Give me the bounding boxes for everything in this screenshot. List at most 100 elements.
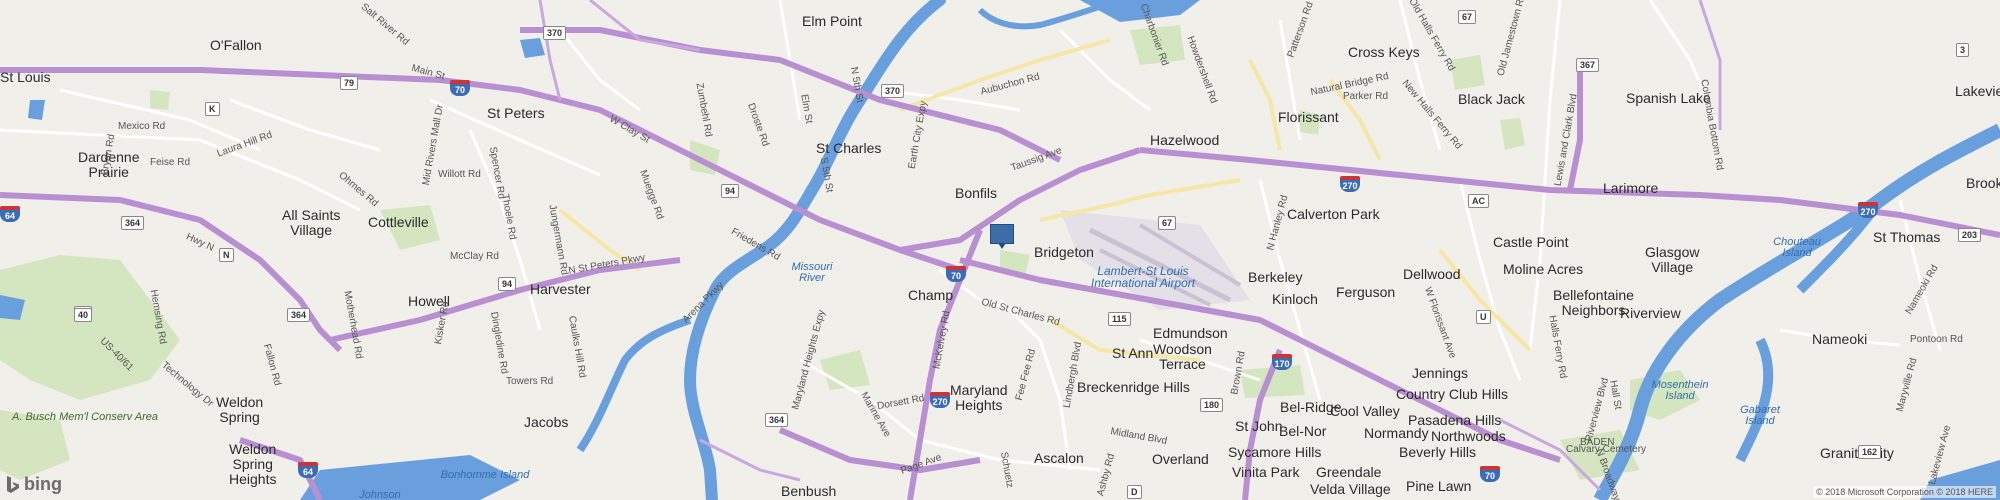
road-label: McClay Rd: [450, 251, 499, 262]
place-label: O'Fallon: [210, 37, 262, 53]
place-label: Weldon Spring: [216, 394, 264, 425]
park-label: A. Busch Mem'l Conserv Area: [12, 411, 158, 423]
place-label: Black Jack: [1458, 91, 1525, 107]
place-label: Beverly Hills: [1399, 444, 1477, 460]
place-label: Nameoki: [1812, 331, 1868, 347]
state-route-shield: D: [1127, 485, 1142, 499]
state-route-shield: 3: [1956, 43, 1970, 57]
road-label: Towers Rd: [506, 376, 554, 387]
place-label: Kinloch: [1272, 291, 1318, 307]
road-label: Parker Rd: [1343, 91, 1389, 102]
place-label: Cottleville: [368, 214, 429, 230]
interstate-shield: 270: [1340, 176, 1360, 192]
place-label: St Charles: [816, 140, 882, 156]
place-label: Florissant: [1278, 109, 1339, 125]
state-route-shield: 364: [121, 216, 145, 230]
place-label: Lakeview: [1955, 83, 2000, 99]
island-label: Bonhomme Island: [440, 469, 530, 481]
us-route-shield: 67: [1158, 216, 1177, 230]
place-label: Harvester: [530, 281, 591, 297]
place-label: Hazelwood: [1150, 132, 1220, 148]
map-base-layer: [0, 0, 2000, 500]
state-route-shield: 94: [498, 277, 517, 291]
place-label: St Peters: [487, 105, 545, 121]
map-canvas[interactable]: St Louis O'Fallon Elm Point Dardenne Prairi…: [0, 0, 2000, 500]
place-label: Moline Acres: [1503, 261, 1584, 277]
place-label: Maryland Heights: [950, 382, 1008, 413]
place-label: Jacobs: [524, 414, 569, 430]
state-route-shield: 203: [1958, 228, 1982, 242]
island-label: Gabaret Island: [1740, 404, 1780, 427]
interstate-shield: 270: [1858, 202, 1878, 218]
place-label: Bel-Ridge: [1280, 399, 1342, 415]
place-label: Ferguson: [1336, 284, 1396, 300]
interstate-shield: 170: [1272, 354, 1292, 370]
place-label: Elm Point: [802, 13, 862, 29]
place-label: Woodson Terrace: [1153, 341, 1212, 372]
square-pin-icon[interactable]: [990, 224, 1014, 249]
state-route-shield: AC: [1468, 194, 1489, 208]
state-route-shield: 115: [1108, 312, 1131, 326]
state-route-shield: 94: [721, 184, 740, 198]
place-label: Ascalon: [1034, 450, 1084, 466]
place-label: Champ: [908, 287, 954, 303]
road-label: Willott Rd: [438, 169, 481, 180]
interstate-shield: 70: [450, 80, 470, 96]
state-route-shield: K: [205, 102, 220, 116]
place-label: Overland: [1152, 451, 1209, 467]
us-route-shield: 67: [1458, 10, 1477, 24]
road-label: Feise Rd: [150, 157, 191, 168]
bing-icon: [7, 475, 19, 493]
place-label: Bel-Nor: [1279, 423, 1327, 439]
bing-logo: bing: [6, 474, 62, 495]
island-label: Chouteau Island: [1773, 236, 1821, 259]
place-label: St Ann: [1112, 345, 1154, 361]
island-label: Mosenthein Island: [1651, 379, 1709, 402]
state-route-shield: N: [219, 248, 234, 262]
state-route-shield: 364: [765, 413, 789, 427]
road-label: Calvary Cemetery: [1566, 444, 1647, 455]
island-label: Johnson: [359, 489, 401, 500]
place-label: Pasadena Hills: [1408, 412, 1502, 428]
interstate-shield: 64: [0, 206, 20, 222]
interstate-shield: 270: [930, 392, 950, 408]
state-route-shield: 370: [543, 26, 567, 40]
place-label: All Saints Village: [282, 207, 341, 238]
place-label: Vinita Park: [1232, 464, 1300, 480]
interstate-shield: 70: [1480, 466, 1500, 482]
place-label: Spanish Lake: [1626, 90, 1711, 106]
place-label: St Thomas: [1873, 229, 1941, 245]
road-label: Pontoon Rd: [1910, 334, 1963, 345]
us-route-shield: 367: [1576, 58, 1600, 72]
place-label: Greendale: [1316, 464, 1382, 480]
place-label: St Louis: [0, 69, 51, 85]
place-label: Pine Lawn: [1406, 478, 1472, 494]
place-label: Brook: [1966, 175, 2000, 191]
water-label: Missouri River: [791, 261, 833, 284]
interstate-shield: 64: [298, 462, 318, 478]
state-route-shield: 364: [287, 308, 311, 322]
place-label: Northwoods: [1431, 428, 1506, 444]
state-route-shield: U: [1476, 310, 1491, 324]
place-label: Sycamore Hills: [1228, 444, 1322, 460]
state-route-shield: 180: [1200, 398, 1224, 412]
interstate-shield: 70: [946, 266, 966, 282]
place-label: Cross Keys: [1348, 44, 1420, 60]
place-label: Glasgow Village: [1645, 244, 1700, 275]
place-label: Dellwood: [1403, 266, 1461, 282]
place-label: Granite City: [1820, 445, 1894, 461]
place-label: Berkeley: [1248, 269, 1303, 285]
place-label: Larimore: [1603, 180, 1659, 196]
place-label: Normandy: [1364, 425, 1429, 441]
place-label: Bridgeton: [1034, 244, 1094, 260]
place-label: Weldon Spring Heights: [229, 441, 277, 487]
place-label: Velda Village: [1310, 481, 1391, 497]
airport-area: [1060, 210, 1250, 310]
copyright-notice: © 2018 Microsoft Corporation © 2018 HERE: [1813, 486, 1996, 498]
place-label: Riverview: [1620, 305, 1681, 321]
place-label: Calverton Park: [1287, 206, 1380, 222]
place-label: St John: [1235, 418, 1283, 434]
state-route-shield: 40: [74, 308, 93, 322]
bing-wordmark: bing: [24, 474, 62, 494]
road-label: Mexico Rd: [118, 121, 166, 132]
